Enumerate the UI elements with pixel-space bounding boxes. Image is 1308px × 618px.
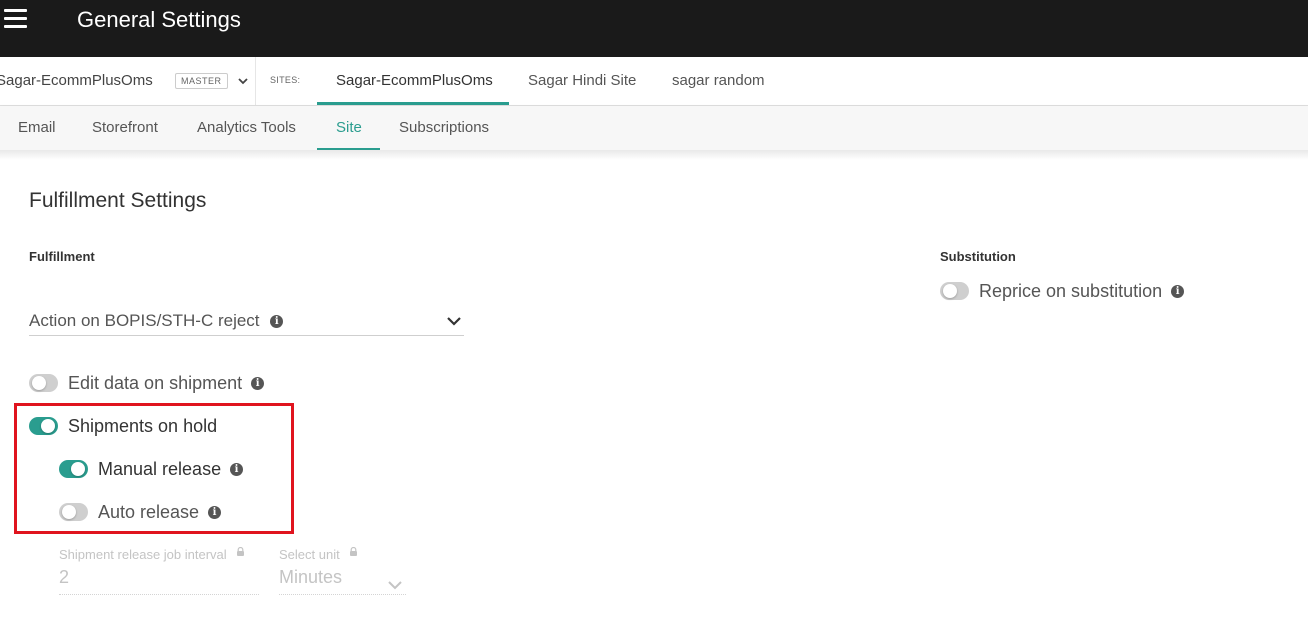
unit-value: Minutes bbox=[279, 567, 343, 587]
tab-analytics-tools[interactable]: Analytics Tools bbox=[197, 119, 296, 136]
site-tab-sagar-ecommplusoms[interactable]: Sagar-EcommPlusOms bbox=[336, 72, 493, 89]
active-site-indicator bbox=[317, 102, 509, 105]
section-title: Fulfillment Settings bbox=[29, 189, 207, 212]
unit-select: Select unit Minutes bbox=[279, 547, 406, 601]
tab-storefront[interactable]: Storefront bbox=[92, 119, 158, 136]
site-tab-sagar-hindi-site[interactable]: Sagar Hindi Site bbox=[528, 72, 636, 89]
lock-icon bbox=[237, 547, 245, 556]
info-icon[interactable]: i bbox=[270, 315, 284, 329]
tab-site[interactable]: Site bbox=[336, 119, 362, 136]
site-tab-sagar-random[interactable]: sagar random bbox=[672, 72, 765, 89]
tab-shadow bbox=[0, 150, 1308, 160]
reject-action-select[interactable]: Action on BOPIS/STH-C reject i bbox=[29, 306, 464, 336]
top-header: General Settings bbox=[0, 0, 1308, 57]
reprice-switch[interactable] bbox=[940, 282, 969, 300]
job-interval-label: Shipment release job interval bbox=[59, 547, 227, 562]
info-icon[interactable]: i bbox=[251, 376, 265, 390]
site-bar: Sagar-EcommPlusOms MASTER SITES: Sagar-E… bbox=[0, 57, 1308, 106]
chevron-down-icon[interactable] bbox=[236, 74, 250, 88]
sites-label: SITES: bbox=[270, 75, 301, 85]
tab-email[interactable]: Email bbox=[18, 119, 56, 136]
lock-icon bbox=[350, 547, 358, 556]
info-icon[interactable]: i bbox=[1171, 284, 1185, 298]
reprice-toggle-row: Reprice on substitution i bbox=[940, 279, 1185, 303]
tab-subscriptions[interactable]: Subscriptions bbox=[399, 119, 489, 136]
chevron-down-icon[interactable] bbox=[446, 314, 462, 328]
job-interval-value: 2 bbox=[59, 567, 70, 587]
highlight-box bbox=[14, 403, 294, 534]
edit-data-label: Edit data on shipment bbox=[68, 372, 243, 393]
reject-action-placeholder: Action on BOPIS/STH-C reject bbox=[29, 311, 260, 330]
page-title: General Settings bbox=[77, 7, 241, 32]
fulfillment-label: Fulfillment bbox=[29, 249, 95, 264]
tenant-name[interactable]: Sagar-EcommPlusOms bbox=[0, 72, 153, 89]
edit-data-switch[interactable] bbox=[29, 374, 58, 392]
divider bbox=[255, 57, 256, 105]
hamburger-menu-icon[interactable] bbox=[4, 9, 28, 29]
substitution-label: Substitution bbox=[940, 249, 1016, 264]
reprice-label: Reprice on substitution bbox=[979, 280, 1163, 301]
settings-tabs: Email Storefront Analytics Tools Site Su… bbox=[0, 106, 1308, 150]
edit-data-toggle-row: Edit data on shipment i bbox=[29, 371, 265, 395]
chevron-down-icon bbox=[388, 581, 402, 590]
job-interval-field: Shipment release job interval 2 bbox=[59, 547, 259, 601]
unit-label: Select unit bbox=[279, 547, 340, 562]
master-badge: MASTER bbox=[175, 73, 228, 89]
